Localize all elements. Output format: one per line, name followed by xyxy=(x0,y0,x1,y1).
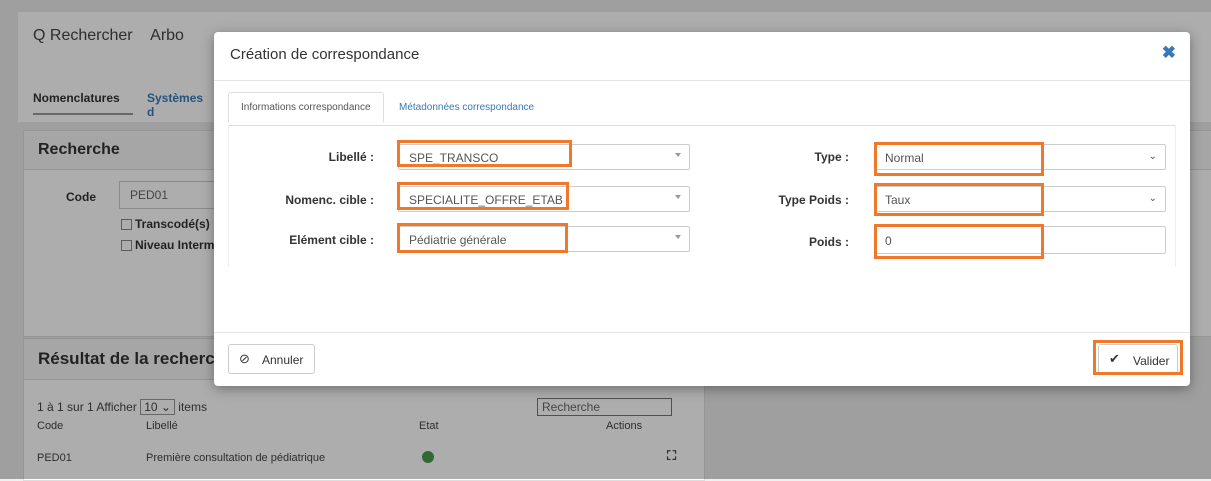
type-poids-label: Type Poids : xyxy=(778,193,849,207)
libelle-label: Libellé : xyxy=(328,150,374,164)
nomenc-label: Nomenc. cible : xyxy=(285,193,374,207)
poids-label: Poids : xyxy=(808,235,849,249)
highlight-validate xyxy=(1093,340,1183,375)
tab-informations[interactable]: Informations correspondance xyxy=(228,92,384,123)
close-icon[interactable]: ✖ xyxy=(1162,43,1176,63)
element-label: Elément cible : xyxy=(289,233,374,247)
tab-metadonnees[interactable]: Métadonnées correspondance xyxy=(387,93,546,122)
caret-down-icon xyxy=(675,195,681,199)
highlight-libelle xyxy=(397,140,572,167)
cancel-label: Annuler xyxy=(262,353,304,367)
footer-divider xyxy=(214,332,1190,333)
modal-title: Création de correspondance xyxy=(230,46,420,63)
caret-down-icon xyxy=(675,235,681,239)
chevron-down-icon: ⌄ xyxy=(1148,151,1157,162)
chevron-down-icon: ⌄ xyxy=(1148,193,1157,204)
highlight-poids xyxy=(874,224,1044,259)
cancel-button[interactable]: ⊘ Annuler xyxy=(228,344,315,374)
create-mapping-modal: Création de correspondance ✖ Information… xyxy=(214,32,1190,386)
type-label: Type : xyxy=(814,150,849,164)
highlight-type-poids xyxy=(874,183,1044,216)
divider xyxy=(214,80,1190,81)
caret-down-icon xyxy=(675,153,681,157)
highlight-type xyxy=(874,142,1044,176)
highlight-element xyxy=(397,223,568,253)
cancel-icon: ⊘ xyxy=(239,351,250,366)
highlight-nomenc xyxy=(397,182,569,210)
